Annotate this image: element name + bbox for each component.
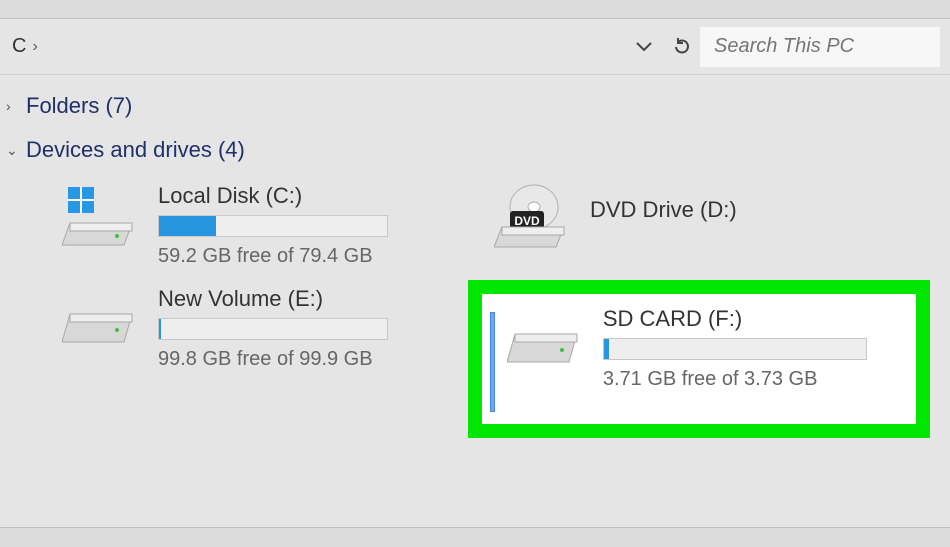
drives-grid: Local Disk (C:) 59.2 GB free of 79.4 GB … xyxy=(0,163,950,438)
breadcrumb-label: C xyxy=(12,35,26,58)
section-folders-label: Folders (7) xyxy=(26,93,132,119)
storage-bar xyxy=(603,338,867,360)
drive-sd-card-f[interactable]: SD CARD (F:) 3.71 GB free of 3.73 GB xyxy=(507,306,867,391)
drive-free-text: 59.2 GB free of 79.4 GB xyxy=(158,245,454,268)
hdd-icon xyxy=(507,306,585,376)
storage-bar xyxy=(158,318,388,340)
dvd-drive-icon: DVD xyxy=(494,183,572,253)
section-devices[interactable]: ⌄ Devices and drives (4) xyxy=(0,119,950,163)
drive-name: New Volume (E:) xyxy=(158,286,438,312)
drive-new-volume-e[interactable]: New Volume (E:) 99.8 GB free of 99.9 GB xyxy=(52,280,448,438)
svg-text:DVD: DVD xyxy=(514,214,540,228)
explorer-window: C › › Folders (7) ⌄ Devices and drives (… xyxy=(0,18,950,528)
section-folders[interactable]: › Folders (7) xyxy=(0,75,950,119)
storage-bar xyxy=(158,215,388,237)
history-dropdown[interactable] xyxy=(634,37,654,57)
refresh-button[interactable] xyxy=(672,37,692,57)
drive-local-disk-c[interactable]: Local Disk (C:) 59.2 GB free of 79.4 GB xyxy=(52,177,464,274)
nav-controls xyxy=(634,37,692,57)
drive-free-text: 3.71 GB free of 3.73 GB xyxy=(603,368,867,391)
drive-name: DVD Drive (D:) xyxy=(590,197,886,223)
content-area: › Folders (7) ⌄ Devices and drives (4) xyxy=(0,75,950,438)
drive-name: SD CARD (F:) xyxy=(603,306,867,332)
chevron-down-icon: ⌄ xyxy=(6,142,24,159)
search-input[interactable] xyxy=(700,27,940,67)
hdd-icon xyxy=(62,286,140,356)
breadcrumb[interactable]: C › xyxy=(4,27,626,67)
address-bar: C › xyxy=(0,19,950,75)
drive-free-text: 99.8 GB free of 99.9 GB xyxy=(158,348,438,371)
chevron-right-icon: › xyxy=(32,38,37,56)
hdd-windows-icon xyxy=(62,183,140,253)
highlighted-sd-card: SD CARD (F:) 3.71 GB free of 3.73 GB xyxy=(468,280,930,438)
drive-dvd-d[interactable]: DVD DVD Drive (D:) xyxy=(484,177,896,274)
chevron-right-icon: › xyxy=(6,98,24,114)
selection-indicator xyxy=(490,312,495,412)
drive-name: Local Disk (C:) xyxy=(158,183,454,209)
section-devices-label: Devices and drives (4) xyxy=(26,137,245,163)
